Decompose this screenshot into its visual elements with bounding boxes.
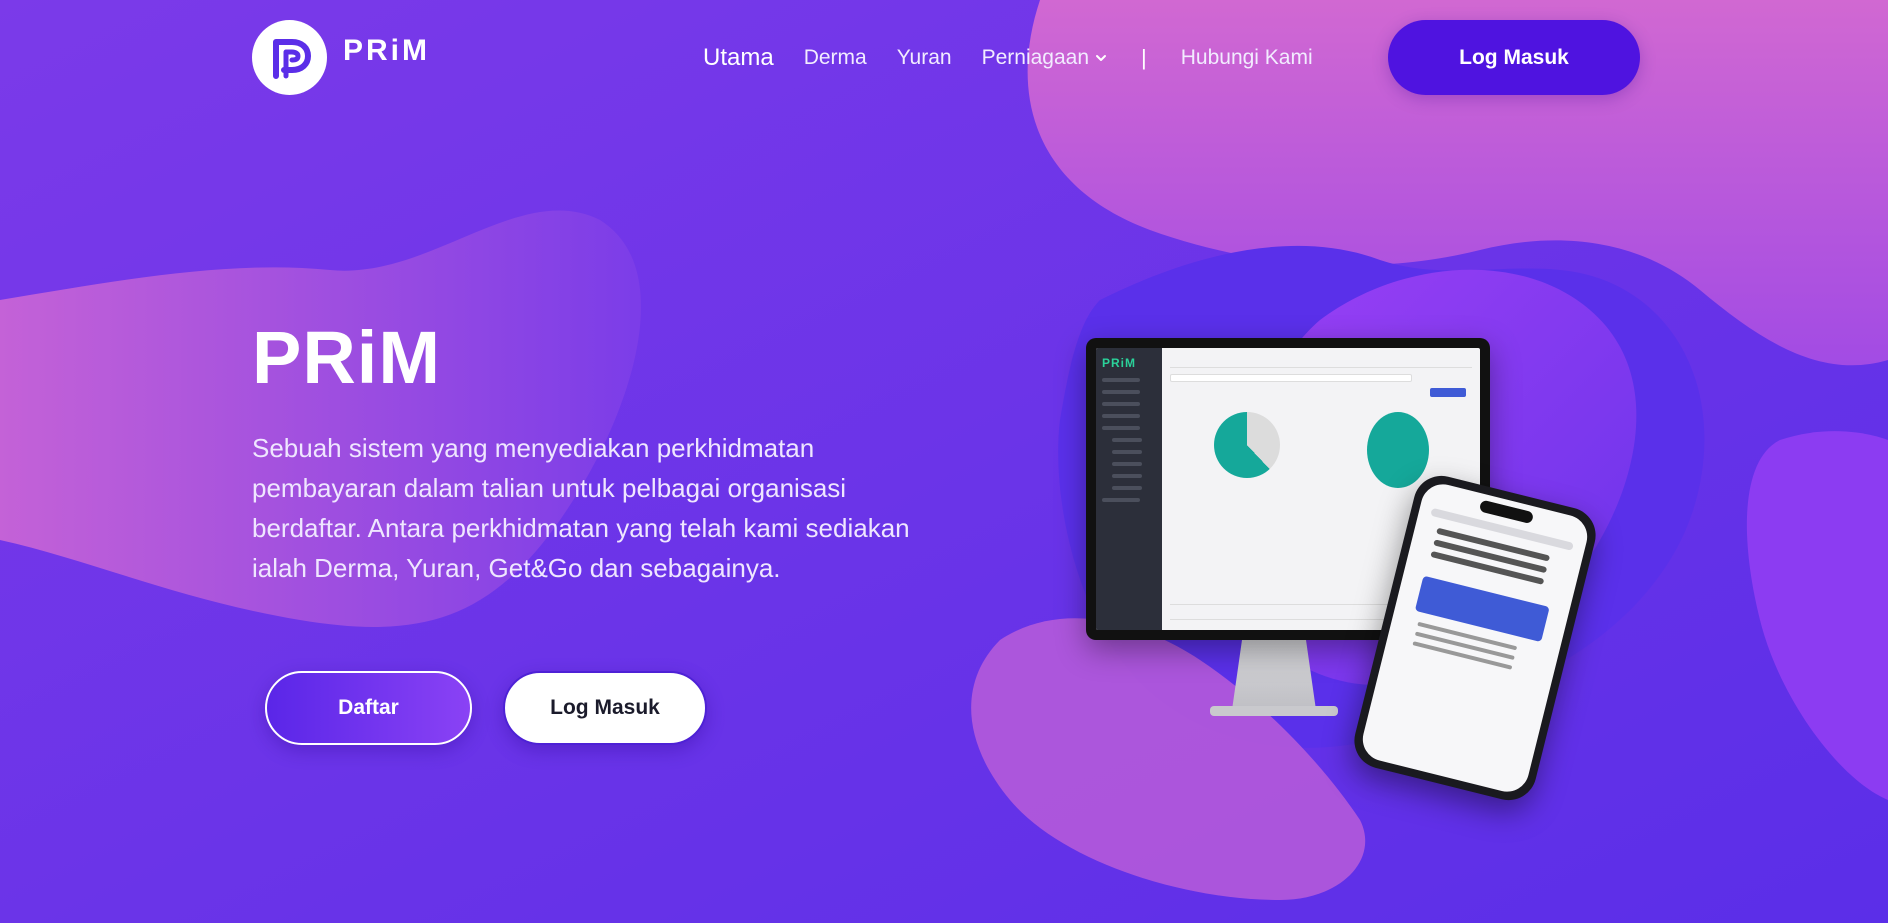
nav-item-perniagaan[interactable]: Perniagaan — [982, 46, 1107, 70]
header-login-button[interactable]: Log Masuk — [1388, 20, 1640, 95]
nav-item-perniagaan-label: Perniagaan — [981, 46, 1090, 69]
hero-description: Sebuah sistem yang menyediakan perkhidma… — [252, 433, 910, 583]
nav-item-utama[interactable]: Utama — [703, 44, 774, 72]
nav-item-hubungi-kami[interactable]: Hubungi Kami — [1181, 46, 1313, 70]
hero-login-button[interactable]: Log Masuk — [503, 671, 707, 745]
mockup-pie-charts — [1170, 412, 1472, 488]
brand-logo[interactable]: PRiM — [252, 20, 430, 95]
monitor-stand-base — [1210, 706, 1338, 716]
phone-mockup-card — [1414, 575, 1550, 643]
prim-logo-icon — [252, 20, 327, 95]
mockup-pie-chart — [1213, 412, 1280, 478]
main-nav: Utama Derma Yuran Perniagaan | Hubungi K… — [703, 40, 1343, 76]
brand-name: PRiM — [343, 33, 430, 67]
daftar-button[interactable]: Daftar — [265, 671, 472, 745]
chevron-down-icon — [1096, 55, 1107, 61]
hero-title: PRiM — [252, 316, 441, 399]
mockup-sidebar: PRiM — [1096, 348, 1162, 630]
mockup-pie-chart — [1366, 412, 1429, 488]
nav-item-yuran[interactable]: Yuran — [897, 46, 952, 70]
mockup-logo: PRiM — [1102, 356, 1136, 370]
nav-item-derma[interactable]: Derma — [804, 46, 867, 70]
nav-separator: | — [1141, 45, 1147, 70]
